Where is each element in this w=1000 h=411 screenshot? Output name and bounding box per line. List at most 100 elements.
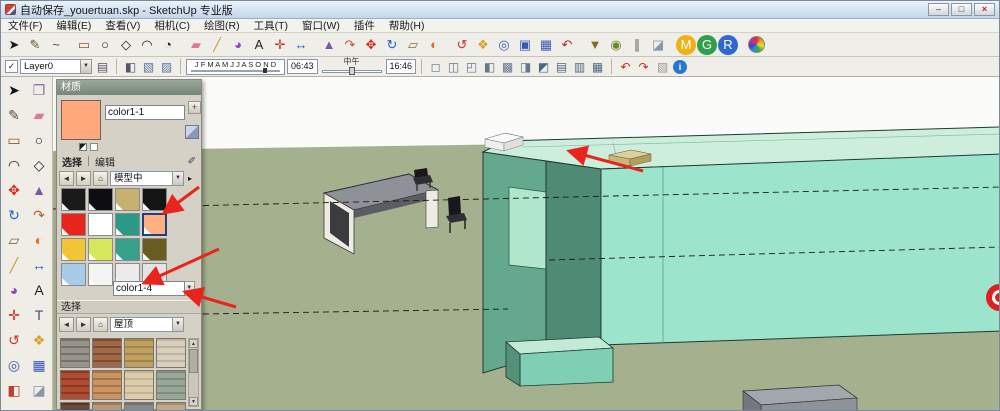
color-swatch[interactable] <box>115 188 140 211</box>
eyedropper-icon[interactable]: ✐ <box>188 156 196 167</box>
texture-swatch[interactable] <box>92 402 122 411</box>
section-plane-tool[interactable]: ◪ <box>27 378 51 402</box>
paint-sample-icon[interactable] <box>185 125 199 139</box>
follow-me-tool[interactable]: ↷ <box>27 203 51 227</box>
paint-bucket-tool[interactable]: ◧ <box>2 378 26 402</box>
forward-button[interactable]: ► <box>76 171 91 186</box>
move-tool[interactable]: ✥ <box>361 35 381 55</box>
line-tool[interactable]: ✎ <box>2 103 26 127</box>
forward-button[interactable]: ► <box>76 317 91 332</box>
layer-visible-checkbox[interactable]: ✓ <box>5 60 18 73</box>
create-material-button[interactable]: + <box>188 101 201 114</box>
menu-item[interactable]: 插件 <box>347 19 382 33</box>
home-button[interactable]: ⌂ <box>93 317 108 332</box>
tape-measure-tool[interactable]: ╱ <box>2 253 26 277</box>
side-view-icon[interactable]: ▦ <box>589 58 606 75</box>
plugin-badge-m[interactable]: M <box>676 35 696 55</box>
time-slider-thumb[interactable] <box>349 67 355 75</box>
select-tool[interactable]: ➤ <box>4 35 24 55</box>
orbit-tool[interactable]: ↺ <box>2 328 26 352</box>
arc-tool[interactable]: ◠ <box>137 35 157 55</box>
3d-text-tool[interactable]: T <box>27 303 51 327</box>
menu-item[interactable]: 相机(C) <box>147 19 197 33</box>
chevron-down-icon[interactable]: ▼ <box>185 281 195 296</box>
line-tool[interactable]: ✎ <box>25 35 45 55</box>
library-dropdown[interactable]: 屋顶▼ <box>110 317 184 332</box>
zoom-window-tool[interactable]: ▣ <box>515 35 535 55</box>
zoom-tool[interactable]: ◎ <box>494 35 514 55</box>
table-leg[interactable] <box>426 190 438 228</box>
freehand-tool[interactable]: ~ <box>46 35 66 55</box>
zoom-extents-tool[interactable]: ▦ <box>27 353 51 377</box>
undo-button[interactable]: ↶ <box>617 58 634 75</box>
text-tool[interactable]: A <box>27 278 51 302</box>
previous-view-tool[interactable]: ↶ <box>557 35 577 55</box>
monochrome-style-icon[interactable]: ◨ <box>517 58 534 75</box>
text-tool[interactable]: A <box>249 35 269 55</box>
walk-tool[interactable]: ∥ <box>627 35 647 55</box>
texture-swatch[interactable] <box>156 402 186 411</box>
eraser-tool[interactable]: ▰ <box>27 103 51 127</box>
rectangle-tool[interactable]: ▭ <box>2 128 26 152</box>
chair-back[interactable] <box>448 196 461 216</box>
scale-tool[interactable]: ▱ <box>2 228 26 252</box>
color-swatch[interactable] <box>142 188 167 211</box>
color-wheel-icon[interactable] <box>748 36 765 53</box>
make-component-tool[interactable]: ❐ <box>27 78 51 102</box>
wireframe-style-icon[interactable]: ◫ <box>445 58 462 75</box>
offset-tool[interactable]: ◐ <box>424 35 444 55</box>
iso-view-icon[interactable]: ◩ <box>535 58 552 75</box>
dimension-tool[interactable]: ↔ <box>27 253 51 277</box>
texture-swatch[interactable] <box>124 338 154 368</box>
scrollbar-thumb[interactable] <box>189 349 198 373</box>
tab-select[interactable]: 选择 <box>62 154 82 169</box>
plugin-badge-r[interactable]: R <box>718 35 738 55</box>
transparency-toggle-icon[interactable] <box>79 143 87 151</box>
texture-swatch[interactable] <box>60 370 90 400</box>
color-swatch[interactable] <box>61 188 86 211</box>
instructor-info-button[interactable]: i <box>673 60 687 74</box>
xray-style-icon[interactable]: ◻ <box>427 58 444 75</box>
materials-panel-title[interactable]: 材质 <box>57 80 201 95</box>
scale-tool[interactable]: ▱ <box>403 35 423 55</box>
axes-tool[interactable]: ✛ <box>270 35 290 55</box>
details-arrow-icon[interactable]: ▸ <box>188 174 192 183</box>
dimension-tool[interactable]: ↔ <box>291 35 311 55</box>
rotate-tool[interactable]: ↻ <box>2 203 26 227</box>
chevron-down-icon[interactable]: ▼ <box>80 60 91 73</box>
close-button[interactable]: × <box>974 3 995 16</box>
chevron-down-icon[interactable]: ▼ <box>172 172 183 185</box>
texture-scrollbar[interactable]: ▲ ▼ <box>188 338 199 407</box>
eraser-tool[interactable]: ▰ <box>186 35 206 55</box>
minimize-button[interactable]: – <box>928 3 949 16</box>
menu-item[interactable]: 窗口(W) <box>295 19 347 33</box>
top-view-icon[interactable]: ▤ <box>553 58 570 75</box>
tab-edit[interactable]: 编辑 <box>95 154 115 169</box>
texture-swatch[interactable] <box>92 370 122 400</box>
model-info-icon[interactable]: ▧ <box>654 58 671 75</box>
menu-item[interactable]: 编辑(E) <box>49 19 98 33</box>
color-swatch[interactable] <box>88 263 113 286</box>
menu-item[interactable]: 查看(V) <box>98 19 147 33</box>
protractor-tool[interactable]: ◕ <box>2 278 26 302</box>
arc-tool[interactable]: ◠ <box>2 153 26 177</box>
hidden-line-style-icon[interactable]: ◰ <box>463 58 480 75</box>
circle-tool[interactable]: ○ <box>27 128 51 152</box>
texture-swatch[interactable] <box>92 338 122 368</box>
offset-tool[interactable]: ◐ <box>27 228 51 252</box>
scroll-up-button[interactable]: ▲ <box>189 339 198 348</box>
ground-shadow-icon[interactable]: ▨ <box>158 58 175 75</box>
front-view-icon[interactable]: ▥ <box>571 58 588 75</box>
lowbox-front[interactable] <box>520 348 613 386</box>
color-swatch[interactable] <box>142 213 167 236</box>
pan-tool[interactable]: ❖ <box>27 328 51 352</box>
tower-window[interactable] <box>509 187 546 269</box>
axes-tool[interactable]: ✛ <box>2 303 26 327</box>
section-plane-tool[interactable]: ◪ <box>648 35 668 55</box>
material-name-input[interactable] <box>105 105 185 120</box>
maximize-button[interactable]: □ <box>951 3 972 16</box>
color-swatch[interactable] <box>142 238 167 261</box>
select-tool[interactable]: ➤ <box>2 78 26 102</box>
shadow-time-slider[interactable]: 中午 <box>320 58 384 76</box>
back-button[interactable]: ◄ <box>59 171 74 186</box>
